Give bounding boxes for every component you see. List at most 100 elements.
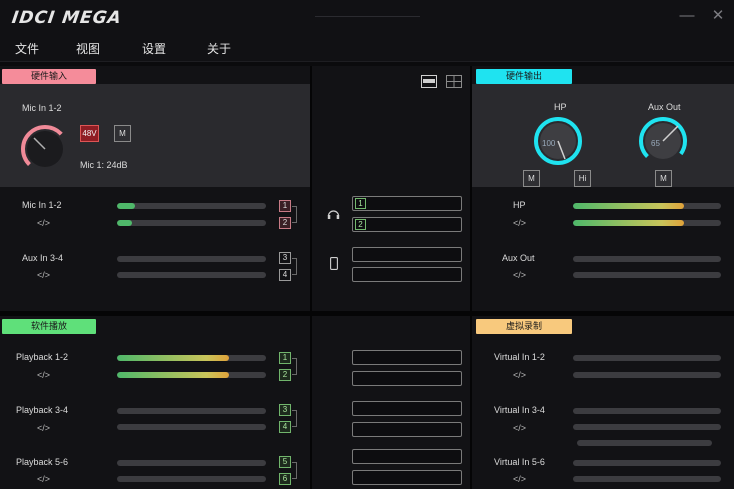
- meter-fill: [117, 203, 135, 209]
- hw-channel-name: Mic In 1-2: [22, 200, 62, 210]
- aux-route-slot[interactable]: [352, 267, 462, 282]
- meter-track: [117, 203, 266, 209]
- phone-icon: [330, 257, 338, 270]
- playback-route-slot[interactable]: [352, 449, 462, 464]
- mic-mute-button[interactable]: M: [114, 125, 131, 142]
- meter-fill: [117, 220, 132, 226]
- hp-volume-knob[interactable]: [533, 116, 583, 166]
- aux-mute-button[interactable]: M: [655, 170, 672, 187]
- hw-channel-code[interactable]: </>: [37, 270, 50, 280]
- layout-split-icon[interactable]: [446, 75, 462, 88]
- aux-knob-label: Aux Out: [648, 102, 681, 112]
- playback-route-slot[interactable]: [352, 422, 462, 437]
- title-bar: IDCI MEGA — ✕: [0, 0, 734, 34]
- virtual-code[interactable]: </>: [513, 474, 526, 484]
- playback-code[interactable]: </>: [37, 370, 50, 380]
- menu-view[interactable]: 视图: [76, 40, 100, 57]
- channel-box[interactable]: 4: [279, 421, 291, 433]
- aux-route-slot[interactable]: [352, 247, 462, 262]
- hw-output-code[interactable]: </>: [513, 218, 526, 228]
- channel-box[interactable]: 6: [279, 473, 291, 485]
- meter-track: [573, 476, 721, 482]
- link-bracket: [292, 462, 297, 479]
- hp-mute-button[interactable]: M: [523, 170, 540, 187]
- aux-knob-value: 65: [651, 139, 660, 148]
- playback-route-slot[interactable]: [352, 470, 462, 485]
- hp-route-number: 1: [355, 198, 366, 209]
- link-bracket: [292, 258, 297, 275]
- channel-box[interactable]: 2: [279, 369, 291, 381]
- playback-route-slot[interactable]: [352, 371, 462, 386]
- phantom-48v-button[interactable]: 48V: [80, 125, 99, 142]
- menu-about[interactable]: 关于: [207, 40, 231, 57]
- meter-track: [573, 220, 721, 226]
- virtual-name: Virtual In 5-6: [494, 457, 545, 467]
- channel-box[interactable]: 4: [279, 269, 291, 281]
- hw-channel-code[interactable]: </>: [37, 218, 50, 228]
- title-notch: [315, 16, 420, 30]
- hp-route-slot[interactable]: 1: [352, 196, 462, 211]
- playback-name: Playback 5-6: [16, 457, 69, 467]
- vertical-divider: [310, 66, 312, 489]
- link-bracket: [292, 358, 297, 375]
- hw-output-name: HP: [513, 200, 526, 210]
- meter-track: [117, 424, 266, 430]
- menu-settings[interactable]: 设置: [142, 40, 166, 57]
- hp-route-slot[interactable]: 2: [352, 217, 462, 232]
- minimize-button[interactable]: —: [677, 6, 697, 26]
- meter-fill: [117, 372, 229, 378]
- meter-track: [117, 476, 266, 482]
- channel-box[interactable]: 5: [279, 456, 291, 468]
- mic-gain-knob[interactable]: [20, 124, 70, 174]
- meter-track: [573, 424, 721, 430]
- hw-channel-name: Aux In 3-4: [22, 253, 64, 263]
- playback-route-slot[interactable]: [352, 401, 462, 416]
- hw-output-tag: 硬件输出: [476, 69, 572, 84]
- virtual-name: Virtual In 3-4: [494, 405, 545, 415]
- close-button[interactable]: ✕: [708, 6, 728, 26]
- hw-input-tag: 硬件输入: [2, 69, 96, 84]
- channel-box[interactable]: 3: [279, 252, 291, 264]
- meter-fill: [573, 220, 684, 226]
- channel-box[interactable]: 2: [279, 217, 291, 229]
- link-bracket: [292, 206, 297, 223]
- menu-bar: 文件 视图 设置 关于: [0, 34, 734, 62]
- playback-code[interactable]: </>: [37, 474, 50, 484]
- headphone-icon: [327, 210, 340, 219]
- hp-knob-label: HP: [554, 102, 567, 112]
- virtual-code[interactable]: </>: [513, 370, 526, 380]
- channel-box[interactable]: 3: [279, 404, 291, 416]
- hp-route-number: 2: [355, 219, 366, 230]
- mic-gain-readout: Mic 1: 24dB: [80, 160, 128, 170]
- meter-track: [117, 272, 266, 278]
- playback-code[interactable]: </>: [37, 423, 50, 433]
- hp-knob-value: 100: [542, 139, 556, 148]
- meter-fill: [117, 355, 229, 361]
- meter-track: [573, 372, 721, 378]
- virtual-rec-tag: 虚拟录制: [476, 319, 572, 334]
- meter-track: [117, 408, 266, 414]
- hw-output-name: Aux Out: [502, 253, 535, 263]
- meter-track: [117, 220, 266, 226]
- sw-playback-tag: 软件播放: [2, 319, 96, 334]
- meter-track: [577, 440, 712, 446]
- aux-volume-knob[interactable]: [638, 116, 688, 166]
- layout-single-icon[interactable]: [421, 75, 437, 88]
- channel-box[interactable]: 1: [279, 200, 291, 212]
- vertical-divider: [470, 66, 472, 489]
- virtual-name: Virtual In 1-2: [494, 352, 545, 362]
- meter-fill: [573, 203, 684, 209]
- horizontal-divider: [0, 311, 734, 316]
- playback-route-slot[interactable]: [352, 350, 462, 365]
- virtual-code[interactable]: </>: [513, 423, 526, 433]
- meter-track: [573, 355, 721, 361]
- hw-output-header: [472, 84, 734, 187]
- meter-track: [573, 460, 721, 466]
- meter-track: [117, 372, 266, 378]
- hw-output-code[interactable]: </>: [513, 270, 526, 280]
- hp-hi-button[interactable]: Hi: [574, 170, 591, 187]
- meter-track: [573, 256, 721, 262]
- meter-track: [117, 256, 266, 262]
- channel-box[interactable]: 1: [279, 352, 291, 364]
- menu-file[interactable]: 文件: [15, 40, 39, 57]
